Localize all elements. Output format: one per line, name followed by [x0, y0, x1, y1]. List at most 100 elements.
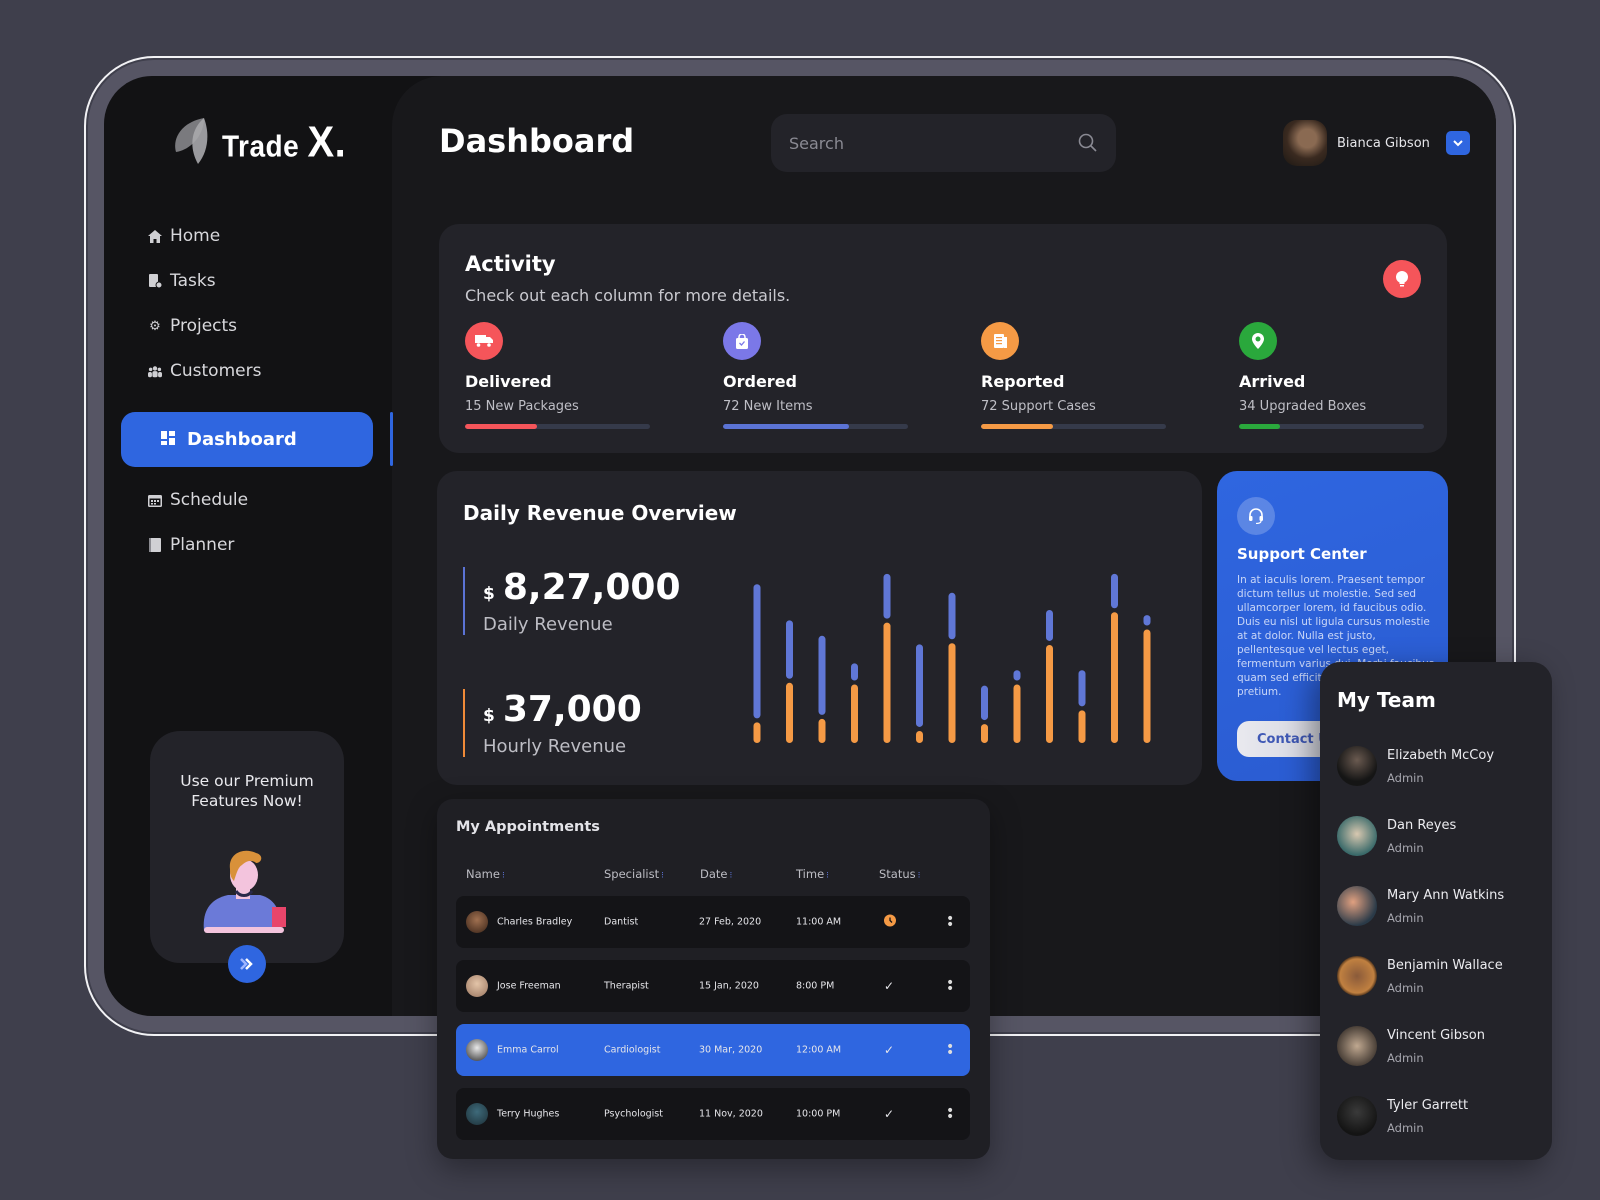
- team-member[interactable]: Vincent Gibson Admin: [1337, 1026, 1485, 1066]
- team-member[interactable]: Elizabeth McCoy Admin: [1337, 746, 1494, 786]
- column-label: Date: [700, 867, 728, 881]
- cell-time: 10:00 PM: [796, 1108, 841, 1120]
- activity-delivered[interactable]: Delivered 15 New Packages: [465, 322, 650, 429]
- calendar-icon: [148, 493, 162, 507]
- sidebar-item-schedule[interactable]: Schedule: [148, 490, 248, 510]
- bar-daily-4: [851, 663, 858, 681]
- member-name: Benjamin Wallace: [1387, 957, 1503, 973]
- appointments-title: My Appointments: [456, 819, 600, 835]
- table-row-selected[interactable]: Emma Carrol Cardiologist 30 Mar, 2020 12…: [456, 1024, 970, 1076]
- team-member[interactable]: Benjamin Wallace Admin: [1337, 956, 1503, 996]
- user-name: Bianca Gibson: [1337, 135, 1430, 151]
- sidebar-item-dashboard[interactable]: Dashboard: [121, 412, 373, 467]
- table-row[interactable]: Terry Hughes Psychologist 11 Nov, 2020 1…: [456, 1088, 970, 1140]
- sort-icon: ⁝: [729, 871, 733, 881]
- person-illustration-icon: [203, 850, 286, 933]
- lightbulb-icon: [1396, 271, 1408, 287]
- member-name: Vincent Gibson: [1387, 1027, 1485, 1043]
- activity-title: Activity: [465, 252, 556, 276]
- sidebar-item-projects[interactable]: ⚙ Projects: [148, 316, 237, 336]
- table-row[interactable]: Jose Freeman Therapist 15 Jan, 2020 8:00…: [456, 960, 970, 1012]
- avatar: [1337, 816, 1377, 856]
- column-header-time[interactable]: Time ⁝: [796, 867, 829, 881]
- column-label: Time: [796, 867, 825, 881]
- more-options-icon[interactable]: • •: [946, 912, 954, 932]
- sort-icon: ⁝: [661, 871, 665, 881]
- search-input[interactable]: [789, 133, 1078, 153]
- sidebar-item-label: Tasks: [170, 271, 216, 291]
- bar-daily-10: [1046, 610, 1053, 641]
- column-label: Status: [879, 867, 916, 881]
- bar-hourly-2: [786, 682, 793, 743]
- member-role: Admin: [1387, 770, 1424, 785]
- activity-detail: 34 Upgraded Boxes: [1239, 399, 1367, 414]
- search-bar[interactable]: [771, 114, 1116, 172]
- currency-symbol: $: [483, 584, 495, 604]
- activity-detail: 72 New Items: [723, 399, 813, 414]
- sidebar-item-label: Planner: [170, 535, 235, 555]
- activity-ordered[interactable]: Ordered 72 New Items: [723, 322, 908, 429]
- daily-revenue-block: $8,27,000 Daily Revenue: [463, 567, 681, 635]
- column-label: Name: [466, 867, 500, 881]
- column-header-date[interactable]: Date ⁝: [700, 867, 732, 881]
- search-icon[interactable]: [1078, 133, 1098, 153]
- column-header-name[interactable]: Name ⁝: [466, 867, 505, 881]
- progress-bar: [981, 424, 1166, 429]
- cell-date: 27 Feb, 2020: [699, 916, 762, 928]
- sort-icon: ⁝: [501, 871, 505, 881]
- brand-name: Trade X.: [222, 117, 346, 167]
- table-row[interactable]: Charles Bradley Dantist 27 Feb, 2020 11:…: [456, 896, 970, 948]
- team-member[interactable]: Tyler Garrett Admin: [1337, 1096, 1468, 1136]
- cell-date: 11 Nov, 2020: [699, 1108, 763, 1120]
- premium-line-2: Features Now!: [191, 792, 303, 810]
- currency-symbol: $: [483, 706, 495, 726]
- user-dropdown-button[interactable]: [1445, 131, 1470, 155]
- cell-date: 15 Jan, 2020: [699, 980, 759, 992]
- user-menu[interactable]: Bianca Gibson: [1283, 120, 1470, 166]
- dashboard-icon: [161, 429, 175, 450]
- my-team-card: My Team Elizabeth McCoy Admin Dan Reyes Ad…: [1320, 662, 1552, 1160]
- activity-subtitle: Check out each column for more details.: [465, 286, 791, 305]
- truck-icon: [465, 322, 503, 360]
- avatar: [466, 1103, 488, 1125]
- avatar: [1337, 746, 1377, 786]
- column-header-status[interactable]: Status ⁝: [879, 867, 921, 881]
- bar-daily-6: [916, 644, 923, 727]
- chevron-right-icon: [240, 958, 253, 970]
- progress-bar: [1239, 424, 1424, 429]
- shopping-bag-icon: [723, 322, 761, 360]
- activity-reported[interactable]: Reported 72 Support Cases: [981, 322, 1166, 429]
- revenue-title: Daily Revenue Overview: [463, 501, 737, 525]
- more-options-icon[interactable]: • •: [946, 1040, 954, 1060]
- bar-hourly-6: [916, 730, 923, 743]
- bar-daily-3: [818, 635, 826, 715]
- tasks-icon: [148, 274, 162, 288]
- location-pin-icon: [1239, 322, 1277, 360]
- chevron-down-icon: [1453, 139, 1463, 146]
- sidebar-item-tasks[interactable]: Tasks: [148, 271, 216, 291]
- progress-fill: [723, 424, 849, 429]
- team-member[interactable]: Dan Reyes Admin: [1337, 816, 1456, 856]
- more-options-icon[interactable]: • •: [946, 976, 954, 996]
- headset-icon: [1237, 497, 1275, 535]
- book-icon: [148, 538, 162, 552]
- bar-daily-9: [1013, 670, 1021, 681]
- avatar: [1337, 1096, 1377, 1136]
- user-avatar[interactable]: [1283, 120, 1327, 166]
- sidebar-item-home[interactable]: Home: [148, 226, 220, 246]
- sidebar-item-customers[interactable]: Customers: [148, 361, 261, 381]
- lightbulb-button[interactable]: [1383, 260, 1421, 298]
- bar-daily-13: [1143, 615, 1151, 626]
- bar-daily-5: [883, 573, 891, 619]
- sidebar-item-planner[interactable]: Planner: [148, 535, 234, 555]
- bar-daily-11: [1078, 670, 1086, 707]
- avatar: [1337, 1026, 1377, 1066]
- premium-next-button[interactable]: [228, 945, 266, 983]
- column-header-specialist[interactable]: Specialist ⁝: [604, 867, 664, 881]
- member-name: Tyler Garrett: [1387, 1097, 1469, 1113]
- leaf-logo-icon: [175, 118, 208, 164]
- activity-arrived[interactable]: Arrived 34 Upgraded Boxes: [1239, 322, 1424, 429]
- more-options-icon[interactable]: • •: [946, 1104, 954, 1124]
- team-member[interactable]: Mary Ann Watkins Admin: [1337, 886, 1504, 926]
- cell-time: 12:00 AM: [796, 1044, 842, 1056]
